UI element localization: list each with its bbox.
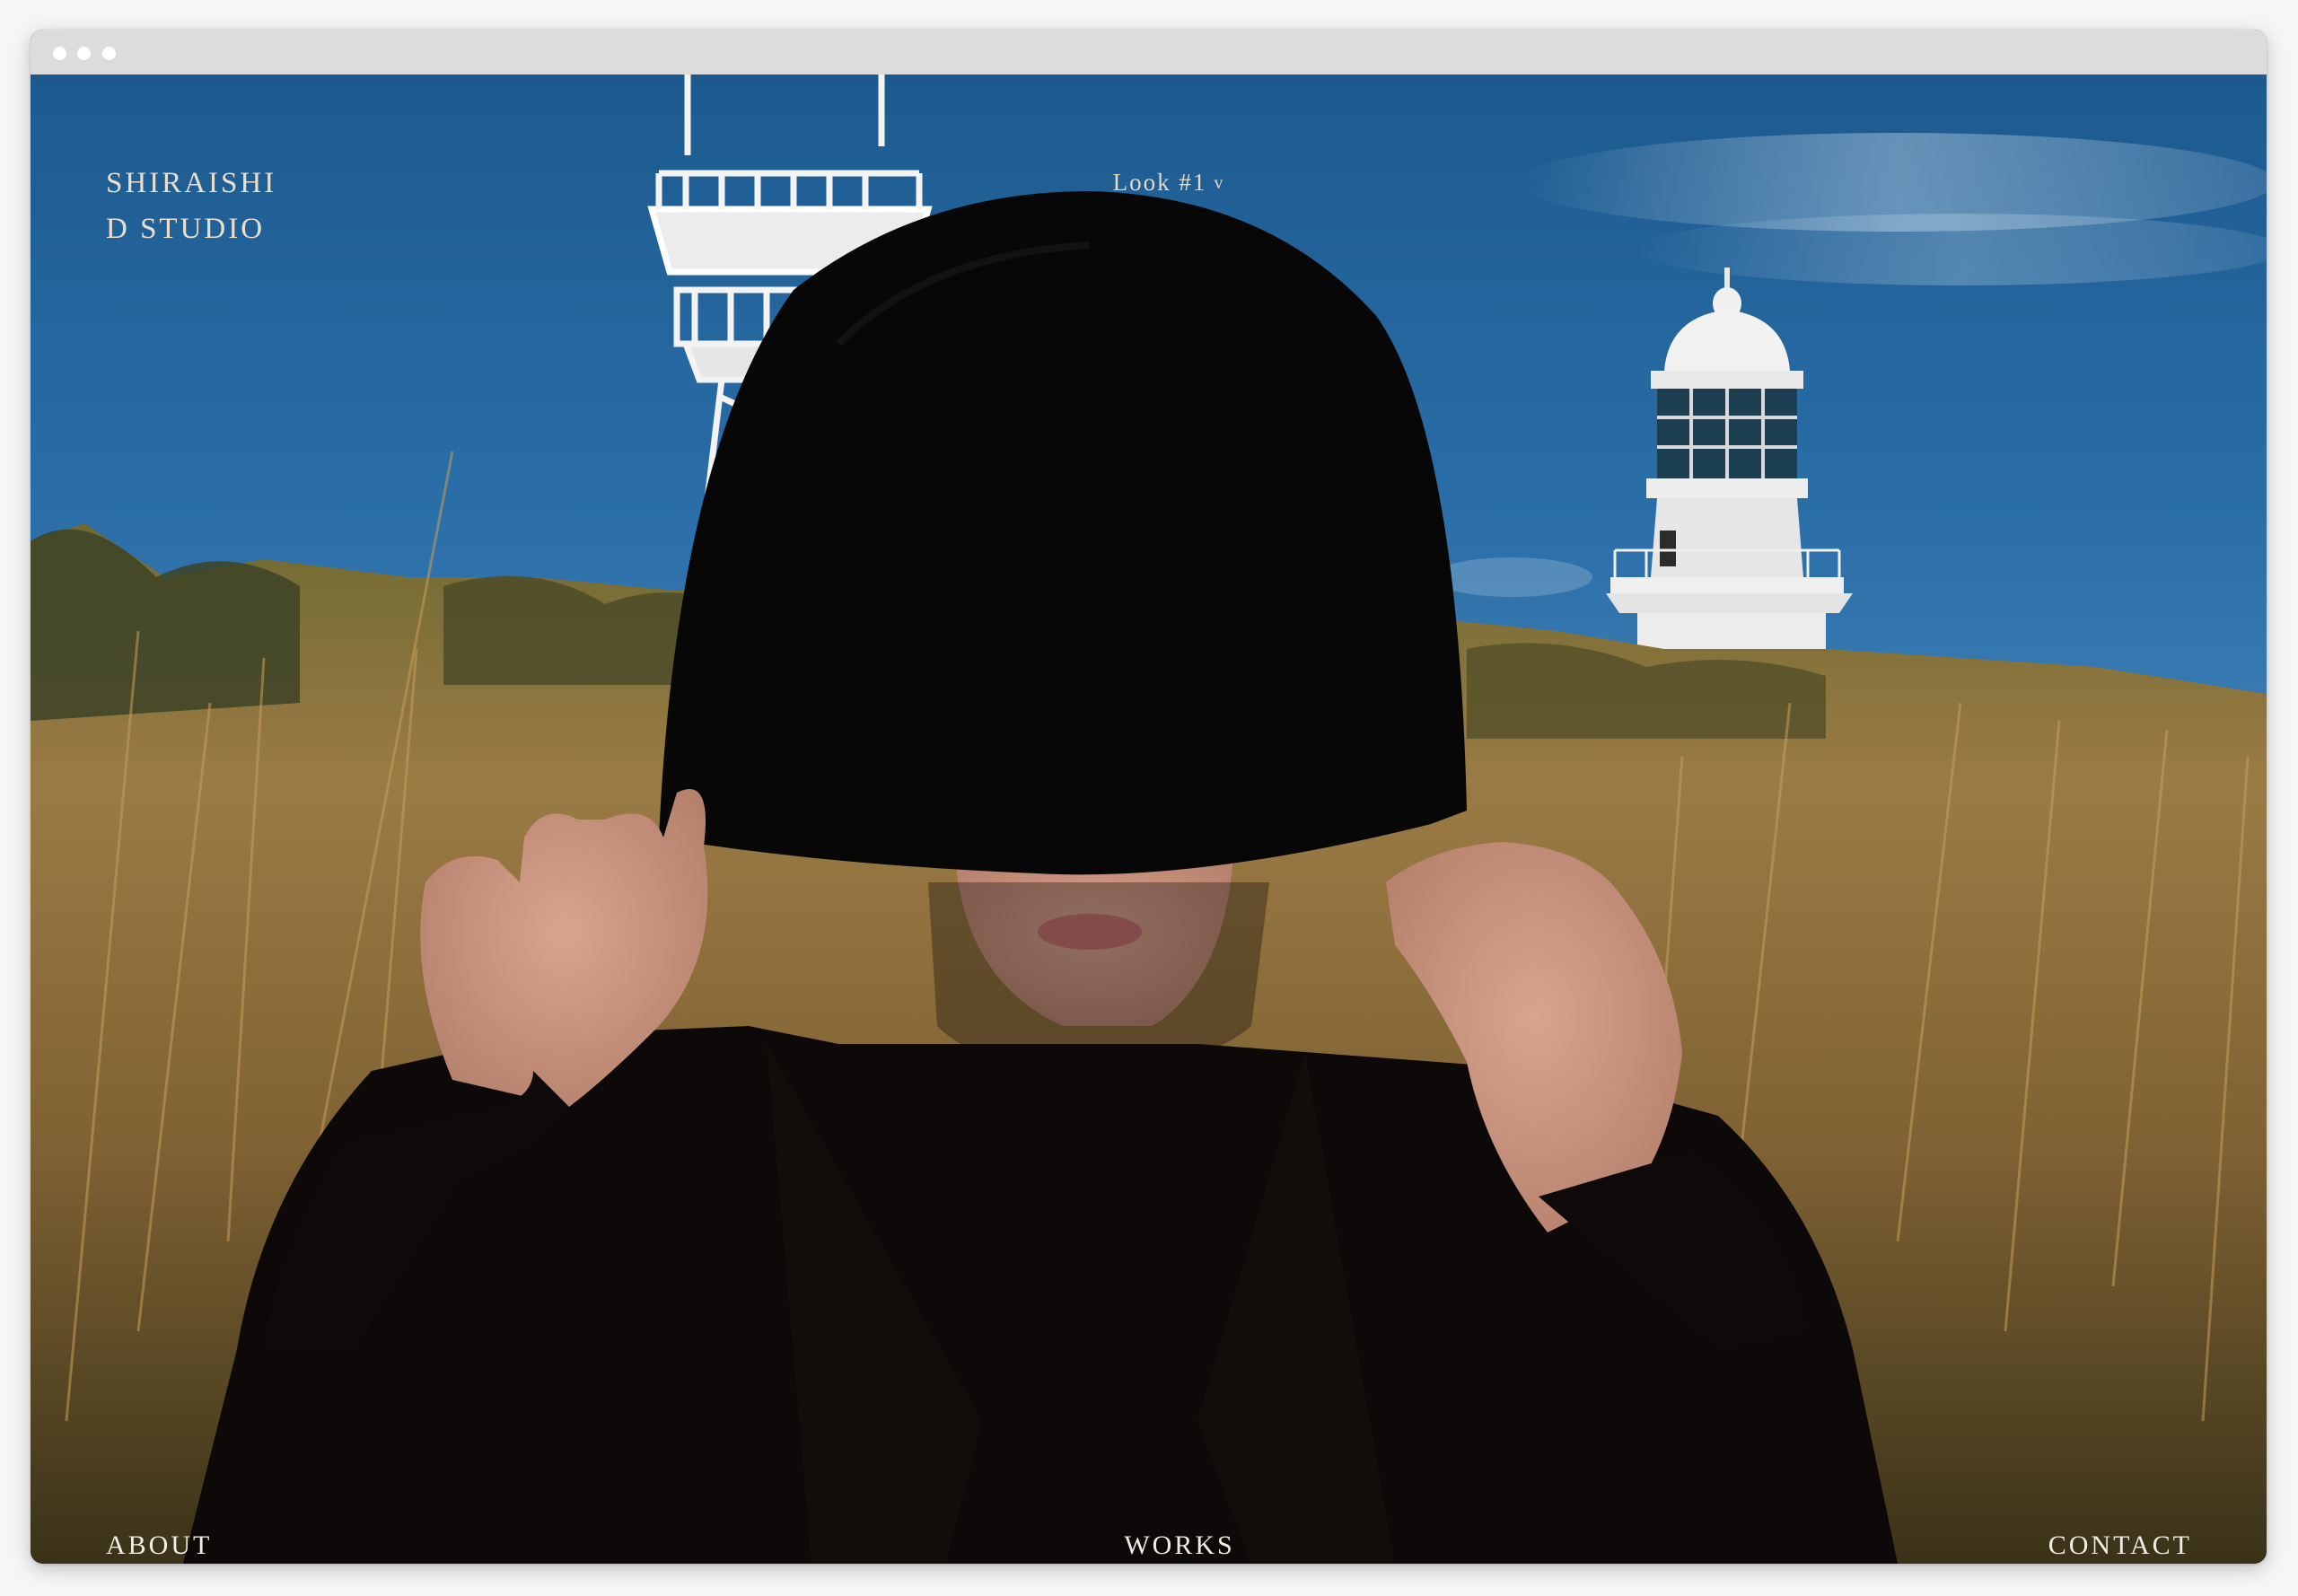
title-bar (31, 30, 2267, 75)
look-selector[interactable]: Look #1 v (1079, 169, 1259, 197)
nav-about-link[interactable]: ABOUT (106, 1530, 212, 1561)
nav-contact-link[interactable]: CONTACT (2048, 1530, 2192, 1561)
chevron-down-icon: v (1214, 173, 1225, 193)
window-dot-icon[interactable] (77, 47, 91, 60)
hero-image (31, 75, 2267, 1564)
nav-works-link[interactable]: WORKS (1072, 1530, 1287, 1561)
window-dot-icon[interactable] (102, 47, 116, 60)
brand-line-2: D STUDIO (106, 213, 266, 245)
brand-logo[interactable]: SHIRAISHI D STUDIO (106, 161, 276, 252)
hero-photo: SHIRAISHI D STUDIO Look #1 v ABOUT WORKS … (31, 75, 2267, 1564)
browser-window: SHIRAISHI D STUDIO Look #1 v ABOUT WORKS … (31, 30, 2267, 1564)
window-dot-icon[interactable] (53, 47, 66, 60)
brand-line-1: SHIRAISHI (106, 167, 277, 199)
look-selector-label: Look #1 (1112, 169, 1207, 196)
